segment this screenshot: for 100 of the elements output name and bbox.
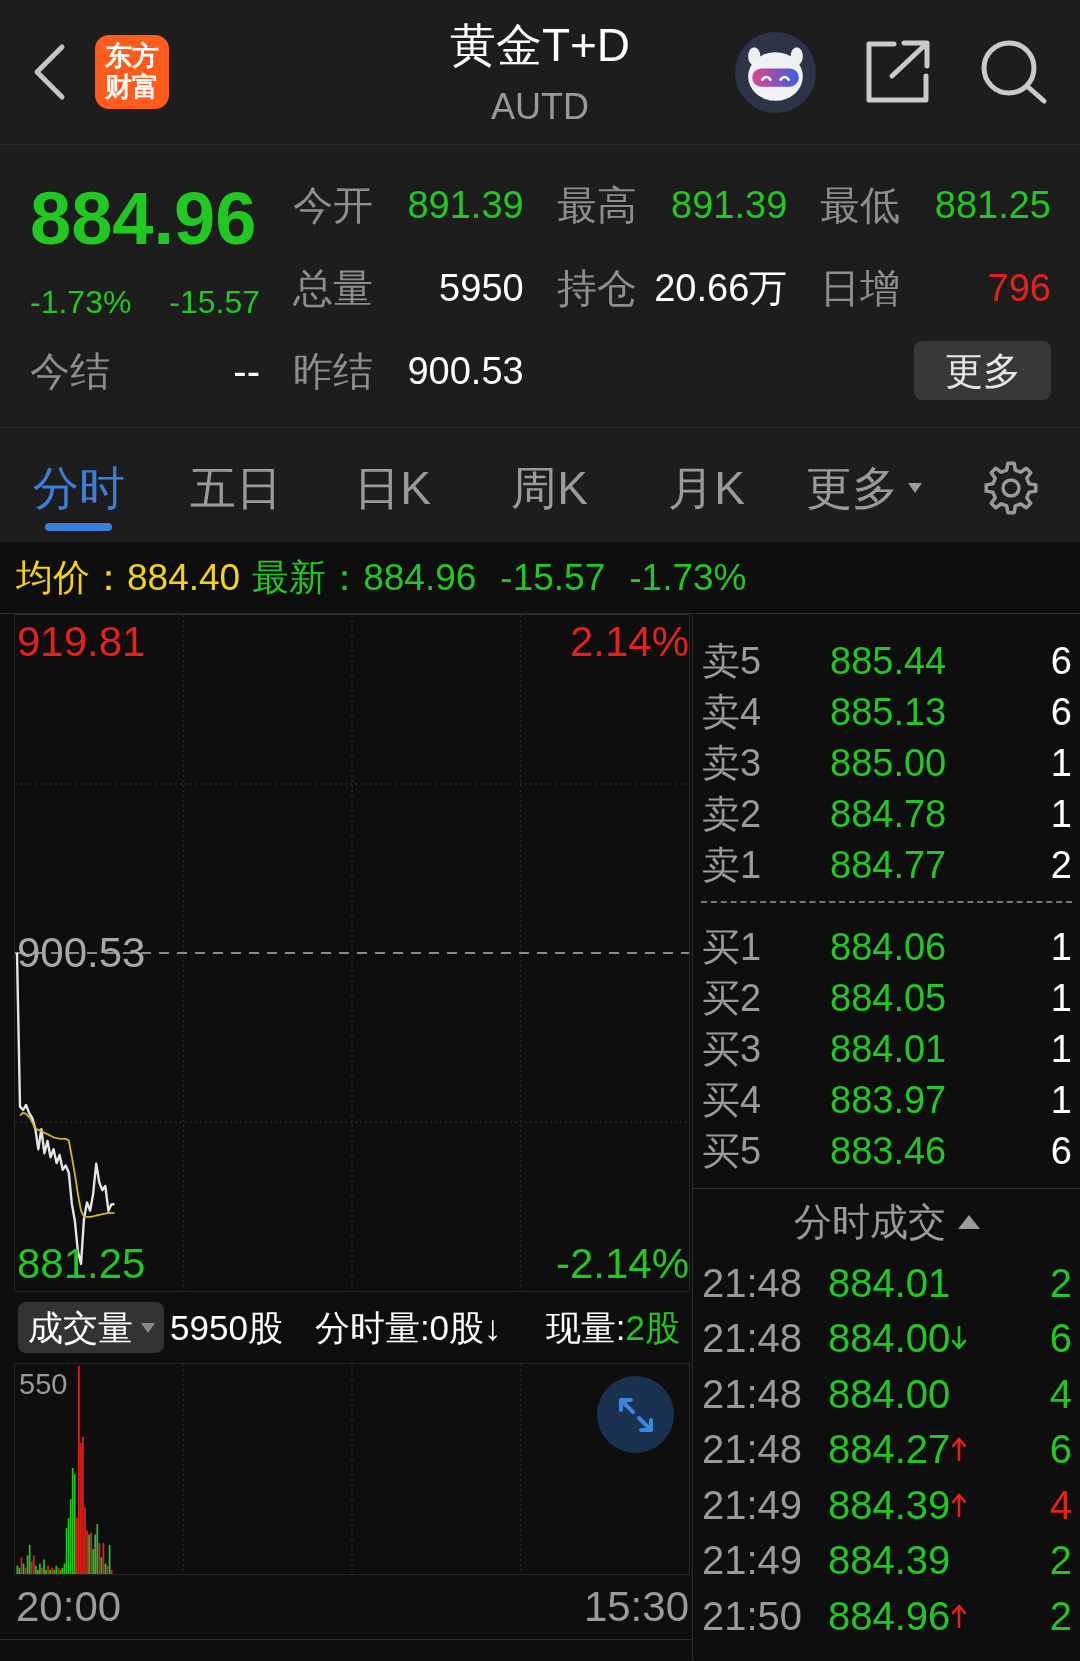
latest-price-label: 最新： xyxy=(252,559,364,596)
up-arrow-icon xyxy=(952,1492,967,1517)
order-volume: 1 xyxy=(1050,1080,1072,1119)
trade-price: 884.39 xyxy=(828,1540,951,1581)
trade-price: 884.96 xyxy=(828,1595,951,1636)
order-price: 885.00 xyxy=(830,743,947,782)
stat-label: 总量 xyxy=(293,267,373,308)
trade-time: 21:48 xyxy=(702,1429,803,1470)
percent-axis-label: -2.14% xyxy=(555,1243,689,1285)
caret-up-icon[interactable] xyxy=(957,1215,980,1229)
stat-label: 昨结 xyxy=(293,350,373,391)
change-value: -15.57 xyxy=(169,286,260,318)
price-axis-label: 881.25 xyxy=(17,1242,146,1285)
stat-value: 891.39 xyxy=(407,185,524,224)
stat-label: 日增 xyxy=(820,267,901,308)
trade-volume: 2 xyxy=(1049,1595,1072,1636)
stat-label: 持仓 xyxy=(556,267,637,308)
price-axis-label: 919.81 xyxy=(17,620,146,663)
trade-price: 884.01 xyxy=(828,1262,951,1303)
up-arrow-icon xyxy=(952,1437,967,1462)
tab[interactable]: 分时 xyxy=(32,460,125,531)
price-change: -15.57 xyxy=(500,559,606,596)
volume-axis-label: 550 xyxy=(19,1370,68,1399)
trade-time: 21:49 xyxy=(702,1540,803,1581)
trade-time: 21:49 xyxy=(702,1484,803,1525)
settle-label: 今结 xyxy=(30,350,110,391)
stat-value: 891.39 xyxy=(671,185,788,224)
caret-down-icon xyxy=(140,1322,155,1333)
order-volume: 1 xyxy=(1050,927,1072,966)
trade-price: 884.27 xyxy=(828,1429,951,1470)
trade-volume: 2 xyxy=(1049,1540,1072,1581)
order-price: 884.01 xyxy=(830,1029,947,1068)
percent-axis-label: 2.14% xyxy=(569,621,689,663)
stat-value: 5950 xyxy=(439,268,524,307)
order-price: 885.13 xyxy=(830,692,947,731)
tab[interactable]: 周K xyxy=(511,460,588,516)
order-level: 买5 xyxy=(702,1131,762,1170)
order-level: 卖3 xyxy=(702,743,762,782)
order-volume: 1 xyxy=(1050,743,1072,782)
order-price: 884.77 xyxy=(830,845,947,884)
trade-volume: 4 xyxy=(1049,1484,1072,1525)
order-price: 884.06 xyxy=(830,927,947,966)
stat-value: 900.53 xyxy=(407,351,524,390)
expand-icon xyxy=(617,1396,654,1433)
order-volume: 6 xyxy=(1050,692,1072,731)
order-volume: 6 xyxy=(1050,641,1072,680)
trade-price: 884.00 xyxy=(828,1373,951,1414)
tab[interactable]: 更多 xyxy=(805,460,922,516)
last-price: 884.96 xyxy=(30,182,257,256)
stat-label: 最低 xyxy=(820,184,901,225)
instrument-code: AUTD xyxy=(491,85,589,128)
stat-value: 881.25 xyxy=(934,185,1051,224)
interval-volume: 分时量:0股↓ xyxy=(314,1310,502,1345)
current-volume-label: 现量: xyxy=(545,1310,626,1345)
back-icon[interactable] xyxy=(32,43,66,101)
up-arrow-icon xyxy=(952,1603,967,1628)
order-volume: 2 xyxy=(1050,845,1072,884)
current-volume: 2股 xyxy=(625,1310,680,1345)
order-level: 买1 xyxy=(702,927,762,966)
search-icon[interactable] xyxy=(979,39,1048,105)
tab[interactable]: 五日 xyxy=(189,460,282,516)
trades-heading: 分时成交 xyxy=(793,1203,946,1241)
order-volume: 6 xyxy=(1050,1131,1072,1170)
tab[interactable]: 月K xyxy=(668,460,745,516)
order-level: 买4 xyxy=(702,1080,762,1119)
robot-avatar-icon[interactable] xyxy=(735,31,816,113)
trade-time: 21:48 xyxy=(702,1318,803,1359)
trade-volume: 6 xyxy=(1049,1429,1072,1470)
trade-price: 884.00 xyxy=(828,1318,951,1359)
time-axis-label: 15:30 xyxy=(583,1586,689,1628)
average-price-label: 均价： xyxy=(16,559,127,596)
tab[interactable]: 日K xyxy=(354,460,431,516)
order-level: 卖5 xyxy=(702,641,762,680)
share-icon[interactable] xyxy=(864,40,931,104)
order-level: 买3 xyxy=(702,1029,762,1068)
stat-label: 今开 xyxy=(293,184,373,225)
order-level: 卖2 xyxy=(702,794,762,833)
settle-value: -- xyxy=(233,350,260,391)
order-price: 884.78 xyxy=(830,794,947,833)
app-logo: 东方 财富 xyxy=(95,35,169,109)
trade-time: 21:48 xyxy=(702,1373,803,1414)
change-percent: -1.73% xyxy=(30,286,132,318)
order-volume: 1 xyxy=(1050,794,1072,833)
down-arrow-icon xyxy=(952,1326,967,1351)
trade-time: 21:50 xyxy=(702,1595,803,1636)
order-price: 883.46 xyxy=(830,1131,947,1170)
volume-selector[interactable]: 成交量 xyxy=(18,1302,164,1353)
order-volume: 1 xyxy=(1050,978,1072,1017)
trade-volume: 4 xyxy=(1049,1373,1072,1414)
order-volume: 1 xyxy=(1050,1029,1072,1068)
stat-value: 796 xyxy=(987,268,1051,307)
latest-price: 884.96 xyxy=(363,559,477,596)
trade-volume: 2 xyxy=(1049,1262,1072,1303)
trade-time: 21:48 xyxy=(702,1262,803,1303)
more-button[interactable]: 更多 xyxy=(914,341,1051,400)
order-level: 卖1 xyxy=(702,845,762,884)
price-change-percent: -1.73% xyxy=(629,559,747,596)
order-price: 883.97 xyxy=(830,1080,947,1119)
settings-icon[interactable] xyxy=(983,460,1039,516)
caret-down-icon xyxy=(907,483,922,493)
